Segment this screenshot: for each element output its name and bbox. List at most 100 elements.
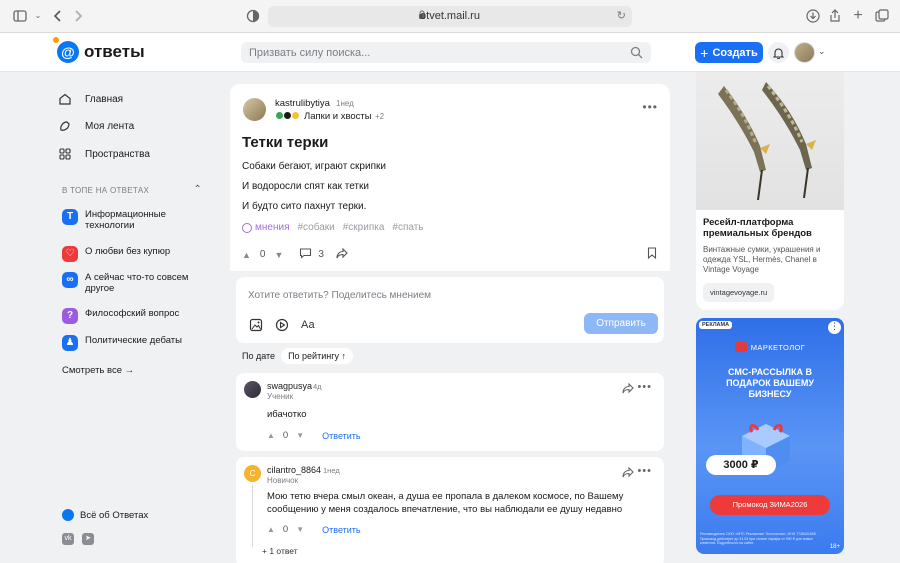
top-topics-heading[interactable]: В ТОПЕ НА ОТВЕТАХ ⌃ (62, 184, 202, 195)
tag[interactable]: #спать (392, 222, 423, 233)
ad-title: Ресейл-платформа премиальных брендов (703, 217, 812, 239)
more-options-icon[interactable]: ••• (637, 381, 652, 393)
social-links: vk ➤ (62, 533, 94, 545)
reply-button[interactable]: Ответить (322, 431, 360, 441)
forward-icon[interactable] (70, 8, 86, 24)
feed-icon (57, 118, 73, 134)
tabs-overview-icon[interactable] (874, 8, 890, 24)
search-input[interactable] (249, 45, 619, 60)
downvote-icon[interactable]: ▼ (274, 250, 283, 260)
it-topic-icon: T (62, 209, 78, 225)
comment-text: Мою тетю вчера смыл океан, а душа ее про… (267, 491, 624, 515)
chevron-up-icon[interactable]: ⌃ (193, 184, 202, 195)
commenter-avatar[interactable] (244, 381, 261, 398)
topic-label: О любви без купюр (85, 246, 171, 257)
more-options-icon[interactable]: ••• (637, 465, 652, 477)
topic-something-else[interactable]: ∞ А сейчас что-то совсем другое (62, 272, 202, 294)
share-arrow-icon[interactable] (336, 247, 348, 262)
author-name[interactable]: kastrulibytiya (275, 98, 330, 109)
ad-vintage-voyage[interactable]: Ресейл-платформа премиальных брендов Вин… (696, 72, 844, 310)
telegram-icon[interactable]: ➤ (82, 533, 94, 545)
commenter-avatar[interactable]: C (244, 465, 261, 482)
share-arrow-icon[interactable] (622, 467, 634, 478)
tag[interactable]: #скрипка (343, 222, 385, 233)
question-card: kastrulibytiya 1нед Лапки и хвосты +2 ••… (230, 84, 670, 279)
privacy-shield-icon[interactable] (245, 8, 261, 24)
more-options-icon[interactable]: ••• (642, 100, 658, 114)
ad-marketolog[interactable]: РЕКЛАМА ⋮ МАРКЕТОЛОГ СМС-РАССЫЛКА В ПОДА… (696, 318, 844, 554)
notifications-button[interactable] (768, 42, 789, 63)
ad-link-button[interactable]: vintagevoyage.ru (703, 283, 775, 302)
vk-icon[interactable]: vk (62, 533, 74, 545)
topic-philosophy[interactable]: ? Философский вопрос (62, 308, 202, 324)
ad-options-icon[interactable]: ⋮ (828, 321, 841, 334)
sidebar-item-spaces[interactable]: Пространства (57, 146, 150, 162)
upvote-icon[interactable]: ▲ (267, 431, 275, 440)
comment-card: swagpusya 4д Ученик ••• ибачотко ▲ 0 ▼ О… (236, 373, 664, 451)
image-icon[interactable] (249, 318, 263, 332)
topic-politics[interactable]: ♟ Политические дебаты (62, 335, 202, 351)
vote-count: 0 (282, 524, 289, 535)
bookmark-icon[interactable] (647, 247, 657, 259)
sort-by-date[interactable]: По дате (242, 348, 275, 364)
tag-opinions[interactable]: мнения (242, 222, 289, 233)
upvote-icon[interactable]: ▲ (242, 250, 251, 260)
answer-composer: Аа Отправить (236, 277, 664, 343)
ad-brand: МАРКЕТОЛОГ (696, 342, 844, 352)
chess-pawn-icon: ♟ (62, 335, 78, 351)
author-avatar[interactable] (243, 98, 266, 121)
download-icon[interactable] (805, 8, 821, 24)
sidebar-toggle-icon[interactable] (12, 8, 28, 24)
ad-promo-button[interactable]: Промокод ЗИМА2026 (710, 495, 830, 515)
share-arrow-icon[interactable] (622, 383, 634, 394)
back-icon[interactable] (50, 8, 66, 24)
site-header: @ ответы + Создать ⌄ (0, 33, 900, 72)
top-topics-heading-label: В ТОПЕ НА ОТВЕТАХ (62, 186, 150, 195)
topic-it[interactable]: T Информационные технологии (62, 209, 202, 231)
tag[interactable]: #собаки (297, 222, 334, 233)
create-button[interactable]: + Создать (695, 42, 763, 63)
reload-icon[interactable]: ↻ (617, 9, 626, 22)
search-bar (241, 42, 651, 63)
home-icon (57, 91, 73, 107)
lightbulb-icon (242, 222, 252, 233)
chevron-down-icon[interactable]: ⌄ (818, 46, 826, 57)
question-title: Тетки терки (242, 134, 329, 151)
upvote-icon[interactable]: ▲ (267, 525, 275, 534)
comment-text: ибачотко (267, 409, 307, 420)
sort-by-rating-label: По рейтингу (288, 351, 339, 361)
commenter-name[interactable]: swagpusya (267, 381, 312, 391)
reply-button[interactable]: Ответить (322, 525, 360, 535)
topic-label: Философский вопрос (85, 308, 180, 319)
topic-more-count[interactable]: +2 (375, 112, 384, 121)
comment-icon[interactable] (299, 247, 312, 262)
about-link[interactable]: Всё об Ответах (62, 509, 148, 521)
sidebar-item-feed[interactable]: Моя лента (57, 118, 134, 134)
send-answer-button[interactable]: Отправить (584, 313, 658, 334)
comment-count: 3 (318, 249, 324, 260)
question-topic[interactable]: Лапки и хвосты (304, 111, 372, 122)
sort-by-rating[interactable]: По рейтингу ↑ (281, 348, 353, 364)
text-format-button[interactable]: Аа (301, 319, 315, 331)
commenter-name[interactable]: cilantro_8864 (267, 465, 321, 475)
new-tab-icon[interactable]: + (850, 8, 866, 24)
chevron-down-icon[interactable]: ⌄ (30, 8, 46, 24)
logo-mark-icon: @ (53, 37, 79, 63)
sidebar-item-home[interactable]: Главная (57, 91, 123, 107)
site-logo[interactable]: @ ответы (53, 37, 145, 64)
left-sidebar: Главная Моя лента Пространства В ТОПЕ НА… (57, 72, 207, 563)
search-icon[interactable] (630, 46, 643, 59)
topic-love[interactable]: ♡ О любви без купюр (62, 246, 202, 262)
user-avatar[interactable] (794, 42, 815, 63)
answer-input[interactable] (248, 287, 548, 303)
show-replies-button[interactable]: + 1 ответ (262, 546, 298, 556)
ad-description: Винтажные сумки, украшения и одежда YSL,… (703, 245, 821, 274)
see-all-link[interactable]: Смотреть все → (62, 365, 134, 376)
share-icon[interactable] (827, 8, 843, 24)
video-play-icon[interactable] (275, 318, 289, 332)
comment-time: 1нед (323, 466, 340, 475)
downvote-icon[interactable]: ▼ (296, 525, 304, 534)
address-bar[interactable]: otvet.mail.ru ↻ (268, 6, 632, 27)
downvote-icon[interactable]: ▼ (296, 431, 304, 440)
sort-controls: По дате По рейтингу ↑ (242, 348, 353, 364)
